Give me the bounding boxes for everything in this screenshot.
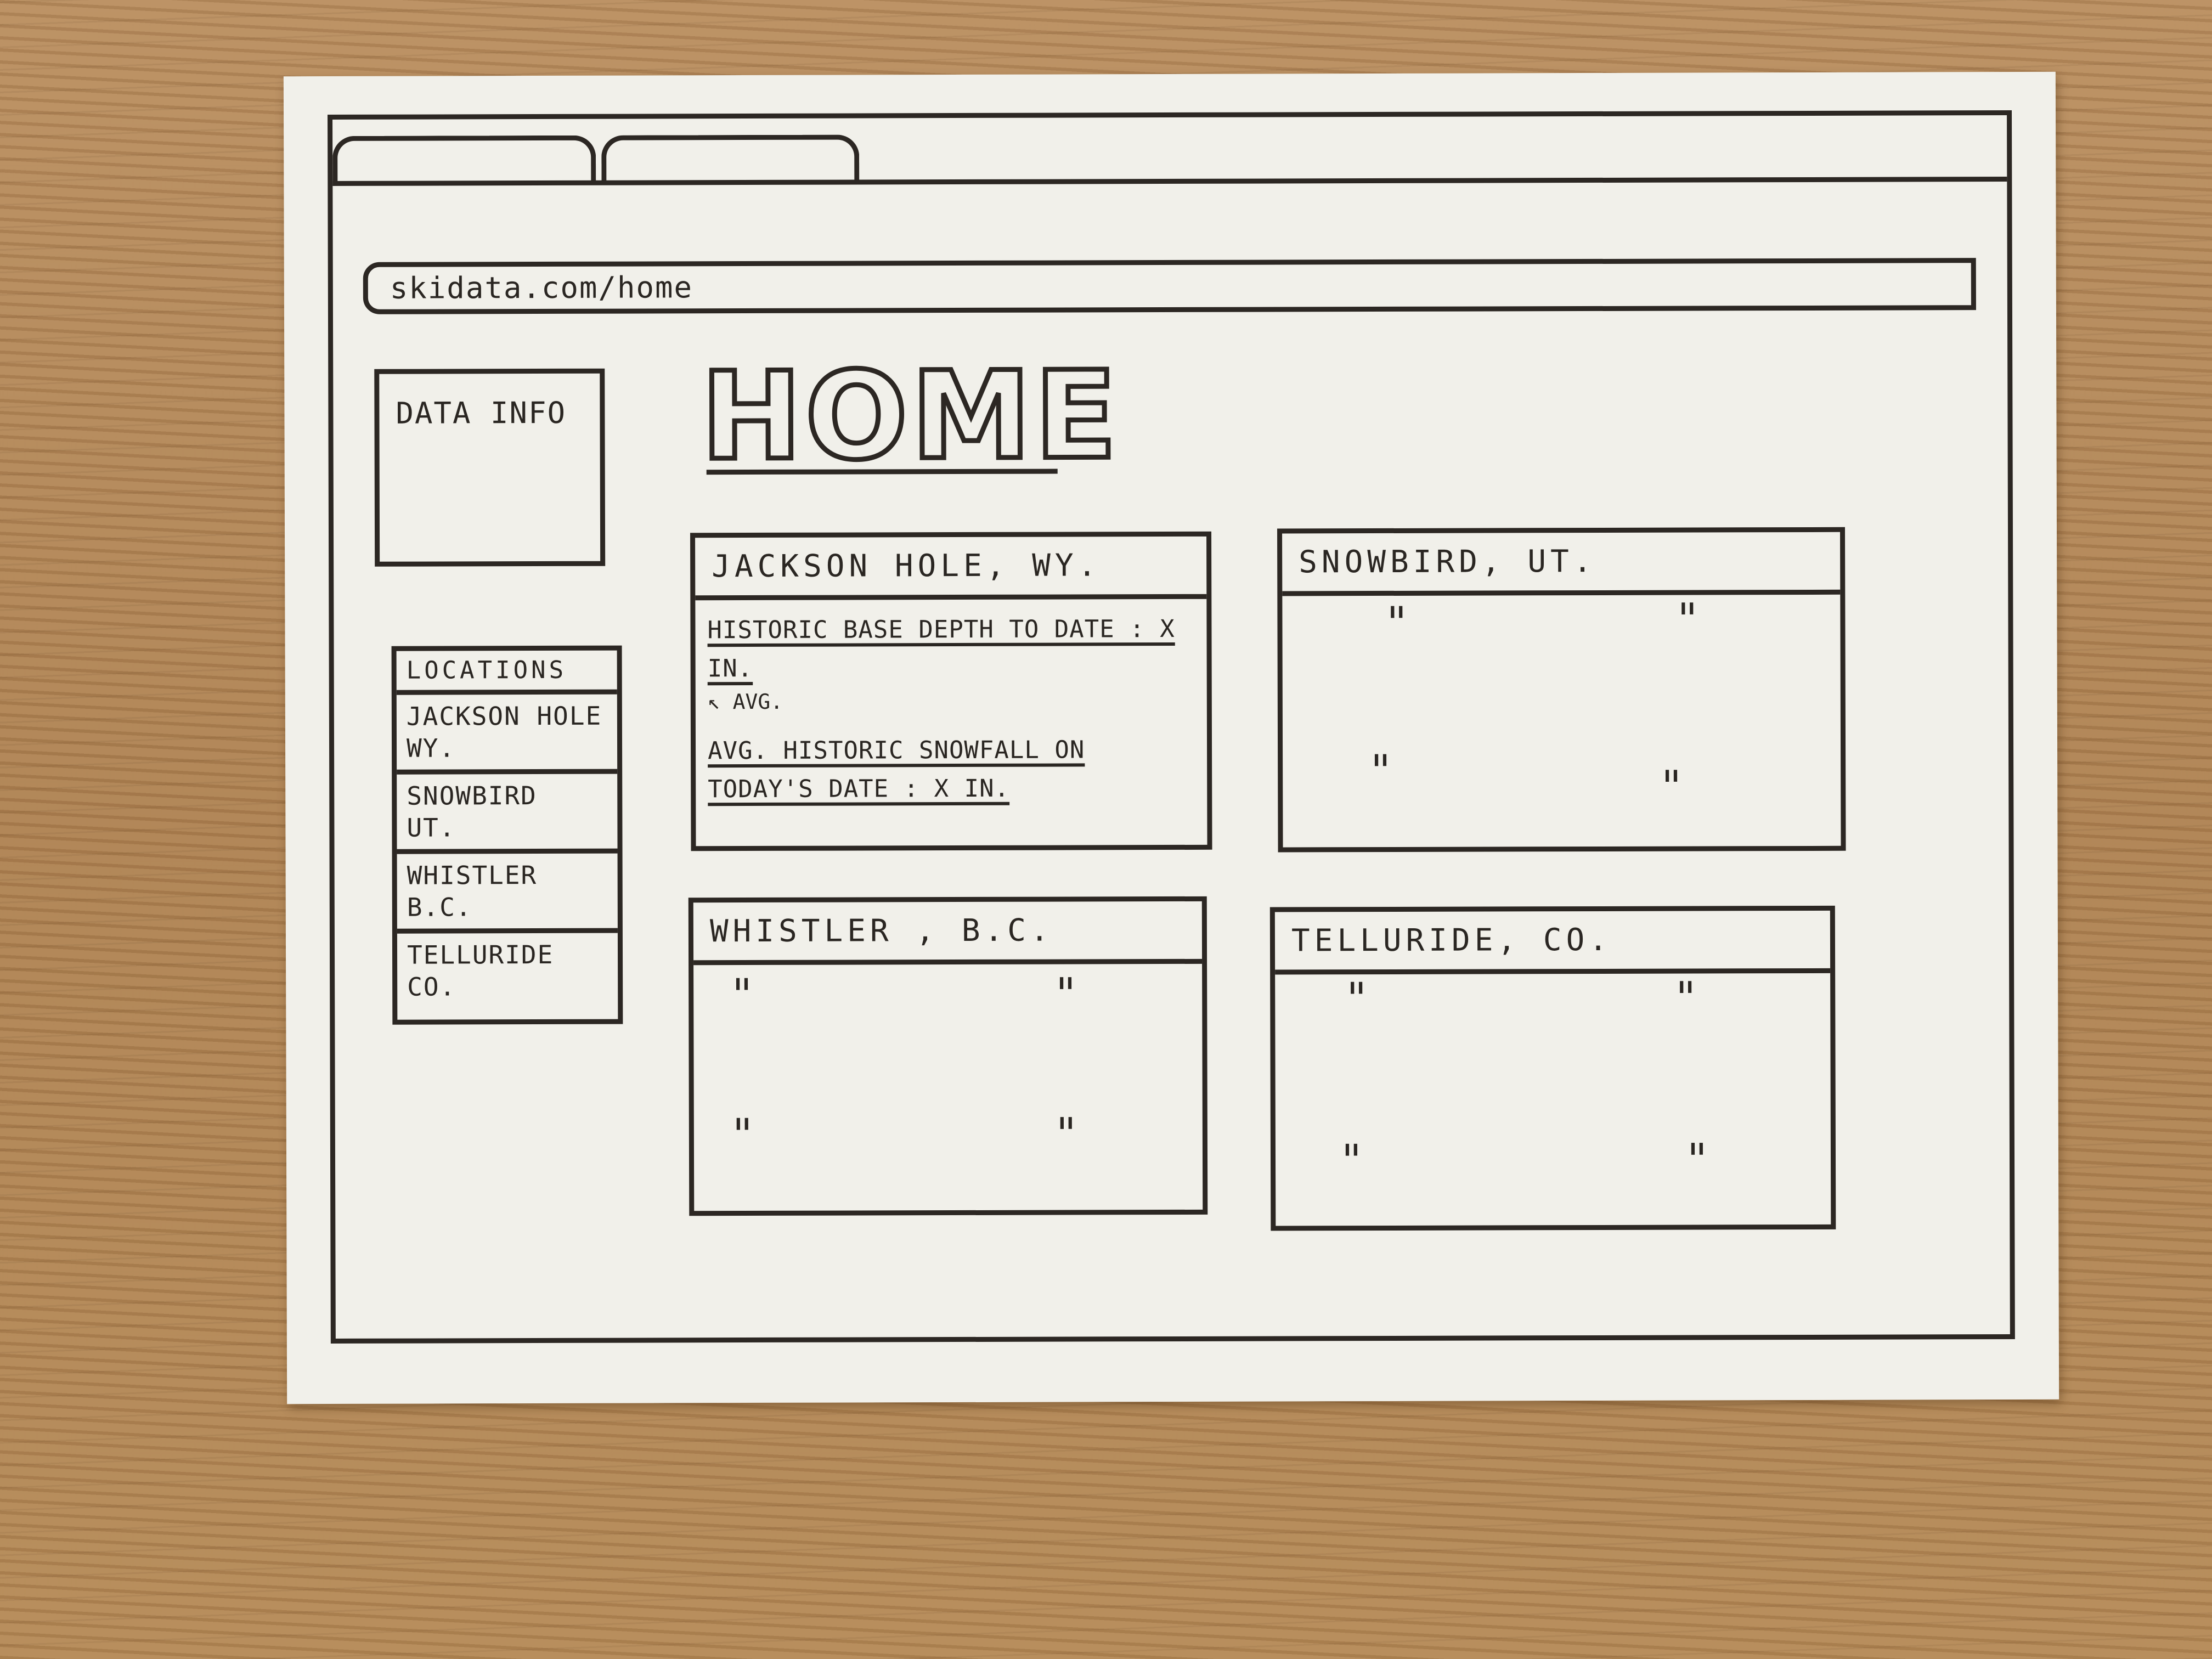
card-title: TELLURIDE, CO. xyxy=(1274,910,1831,975)
title-underline xyxy=(706,469,1058,475)
locations-header: LOCATIONS xyxy=(396,650,617,695)
card-title: JACKSON HOLE, WY. xyxy=(695,536,1207,601)
card-telluride[interactable]: TELLURIDE, CO. " " " " xyxy=(1269,905,1836,1231)
card-body: HISTORIC BASE DEPTH TO DATE : X IN. ↖ AV… xyxy=(695,599,1207,846)
card-snowbird[interactable]: SNOWBIRD, UT. " " " " xyxy=(1277,527,1846,853)
sidebar-item-telluride[interactable]: TELLURIDE CO. xyxy=(397,933,618,1008)
card-jackson-hole[interactable]: JACKSON HOLE, WY. HISTORIC BASE DEPTH TO… xyxy=(690,531,1212,851)
card-body: " " " " xyxy=(1275,972,1831,1226)
address-bar[interactable]: skidata.com/home xyxy=(363,258,1976,314)
browser-tab-active[interactable] xyxy=(332,135,596,185)
ditto-mark: " xyxy=(1386,597,1407,648)
page-title: HOME xyxy=(698,343,1123,489)
sidebar-item-whistler[interactable]: WHISTLER B.C. xyxy=(397,853,618,934)
ditto-mark: " xyxy=(1686,1134,1707,1186)
data-info-panel[interactable]: DATA INFO xyxy=(374,368,606,567)
ditto-mark: " xyxy=(1675,972,1696,1024)
locations-list: LOCATIONS JACKSON HOLE WY. SNOWBIRD UT. … xyxy=(391,645,623,1025)
browser-window: skidata.com/home DATA INFO LOCATIONS JAC… xyxy=(328,110,2015,1344)
ditto-mark: " xyxy=(1056,968,1076,1020)
ditto-mark: " xyxy=(1370,745,1391,797)
ditto-mark: " xyxy=(1677,594,1698,645)
snowfall-stat-line-2: TODAY'S DATE : X IN. xyxy=(708,774,1010,804)
base-depth-stat: HISTORIC BASE DEPTH TO DATE : X IN. xyxy=(707,614,1175,683)
card-whistler[interactable]: WHISTLER , B.C. " " " " xyxy=(688,896,1208,1216)
sidebar-item-jackson-hole[interactable]: JACKSON HOLE WY. xyxy=(396,694,618,775)
data-info-label: DATA INFO xyxy=(396,395,567,431)
ditto-mark: " xyxy=(732,1109,753,1161)
sidebar-item-snowbird[interactable]: SNOWBIRD UT. xyxy=(397,774,618,854)
ditto-mark: " xyxy=(1346,973,1367,1025)
ditto-mark: " xyxy=(1056,1108,1076,1160)
card-title: SNOWBIRD, UT. xyxy=(1282,532,1841,596)
ditto-mark: " xyxy=(1661,761,1682,812)
ditto-mark: " xyxy=(732,969,753,1021)
browser-tab[interactable] xyxy=(601,134,860,185)
ditto-mark: " xyxy=(1341,1135,1362,1187)
base-depth-note: ↖ AVG. xyxy=(707,689,783,714)
card-body: " " " " xyxy=(693,964,1203,1211)
snowfall-stat-line-1: AVG. HISTORIC SNOWFALL ON xyxy=(707,736,1085,765)
paper-sketch: skidata.com/home DATA INFO LOCATIONS JAC… xyxy=(283,71,2059,1404)
card-title: WHISTLER , B.C. xyxy=(693,901,1203,966)
card-body: " " " " xyxy=(1282,594,1841,848)
address-bar-url: skidata.com/home xyxy=(390,270,693,306)
